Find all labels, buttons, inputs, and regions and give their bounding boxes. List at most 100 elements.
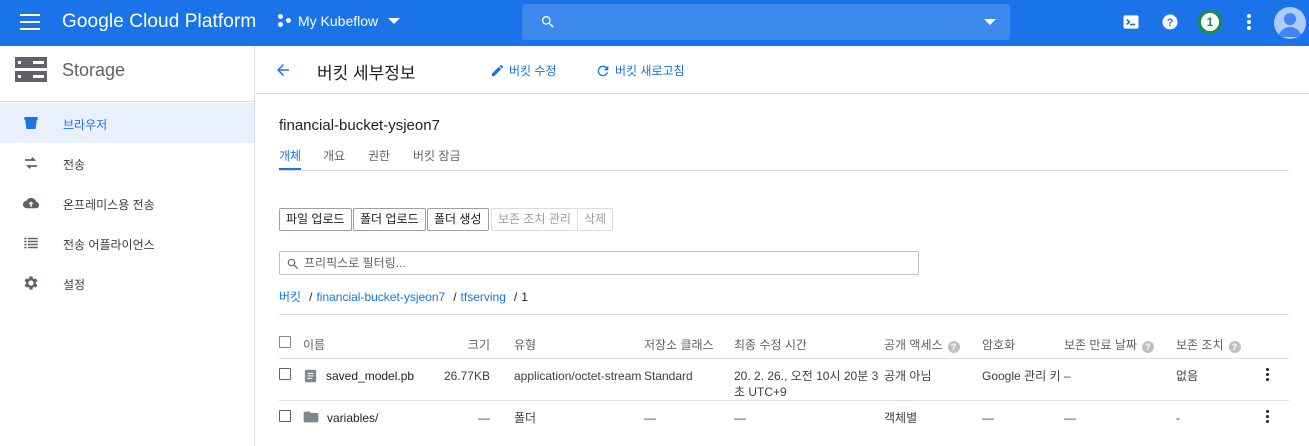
tab-bucket-lock[interactable]: 버킷 잠금 <box>413 147 461 164</box>
sidebar-item-label: 전송 <box>63 158 86 172</box>
object-encryption: — <box>982 410 994 425</box>
back-arrow-icon[interactable] <box>274 61 292 79</box>
refresh-icon <box>597 65 609 76</box>
refresh-bucket-button[interactable]: 버킷 새로고침 <box>595 62 685 79</box>
breadcrumb-root-link[interactable]: 버킷 <box>279 290 301 304</box>
brand-title[interactable]: Google Cloud Platform <box>62 11 256 33</box>
search-bar[interactable] <box>522 4 1010 40</box>
object-public-access: 객체별 <box>884 410 918 425</box>
more-vert-icon[interactable] <box>1266 409 1269 425</box>
objects-table: 이름 크기 유형 저장소 클래스 최종 수정 시간 공개 액세스? 암호화 보존… <box>279 336 1289 432</box>
menu-icon[interactable] <box>20 14 40 32</box>
column-header-hold[interactable]: 보존 조치? <box>1176 336 1266 358</box>
breadcrumb-folder-link[interactable]: tfserving <box>461 290 506 304</box>
help-icon[interactable]: ? <box>1141 341 1154 353</box>
breadcrumb-separator: / <box>513 290 518 304</box>
object-hold: - <box>1176 410 1180 425</box>
object-modified: 20. 2. 26., 오전 10시 20분 3초 UTC+9 <box>734 368 879 399</box>
tab-divider <box>279 170 1289 171</box>
object-encryption: Google 관리 키 <box>982 368 1061 383</box>
search-icon <box>541 16 554 28</box>
sidebar-item-transfer[interactable]: 전송 <box>0 143 254 183</box>
object-name: saved_model.pb <box>326 368 415 383</box>
tab-objects[interactable]: 개체 <box>279 147 302 170</box>
more-vert-icon[interactable] <box>1266 367 1269 383</box>
sidebar-header: Storage <box>0 46 254 102</box>
object-type: application/octet-stream <box>514 368 642 383</box>
object-size: 26.77KB <box>443 368 490 383</box>
breadcrumb-current: 1 <box>521 290 528 304</box>
object-name-link[interactable]: variables/ <box>303 410 439 426</box>
table-header-row: 이름 크기 유형 저장소 클래스 최종 수정 시간 공개 액세스? 암호화 보존… <box>279 336 1289 358</box>
breadcrumb-separator: / <box>453 290 457 304</box>
upload-folder-button[interactable]: 폴더 업로드 <box>353 208 426 231</box>
sidebar-item-label: 전송 어플라이언스 <box>63 238 155 252</box>
column-header-public-access[interactable]: 공개 액세스? <box>884 336 982 358</box>
sidebar-item-onprem-transfer[interactable]: 온프레미스용 전송 <box>0 183 254 223</box>
cloud-upload-icon <box>22 197 39 209</box>
breadcrumb-separator: / <box>309 290 313 304</box>
tab-permissions[interactable]: 권한 <box>368 147 390 164</box>
help-icon[interactable]: ? <box>1228 341 1241 353</box>
column-header-label: 공개 액세스 <box>884 338 943 352</box>
object-type: 폴더 <box>514 410 537 425</box>
row-checkbox[interactable] <box>279 409 291 422</box>
column-header-size[interactable]: 크기 <box>439 336 514 358</box>
object-storage-class: — <box>644 410 656 425</box>
file-icon <box>304 369 317 382</box>
prefix-filter <box>279 251 919 275</box>
object-retention-expiry: — <box>1064 410 1076 425</box>
breadcrumb-bucket-link[interactable]: financial-bucket-ysjeon7 <box>316 290 445 304</box>
object-name-link[interactable]: saved_model.pb <box>303 368 439 384</box>
sidebar-item-transfer-appliance[interactable]: 전송 어플라이언스 <box>0 223 254 263</box>
column-header-retention-expiry[interactable]: 보존 만료 날짜? <box>1064 336 1176 358</box>
help-icon[interactable]: ? <box>1160 12 1180 32</box>
table-row[interactable]: variables/ — 폴더 — — 객체별 — — - <box>279 400 1289 432</box>
breadcrumb: 버킷 / financial-bucket-ysjeon7/tfserving/1 <box>279 288 528 305</box>
tab-overview[interactable]: 개요 <box>323 147 345 164</box>
object-hold: 없음 <box>1176 368 1199 383</box>
prefix-filter-input[interactable] <box>304 254 904 272</box>
sidebar-item-browser[interactable]: 브라우저 <box>0 103 254 143</box>
account-avatar-icon[interactable] <box>1274 7 1306 39</box>
column-header-modified[interactable]: 최종 수정 시간 <box>734 336 884 358</box>
help-icon[interactable]: ? <box>947 341 960 353</box>
storage-icon <box>15 57 47 82</box>
select-all-checkbox[interactable] <box>279 336 291 348</box>
row-checkbox[interactable] <box>279 367 291 380</box>
column-header-storage-class[interactable]: 저장소 클래스 <box>644 336 734 358</box>
sidebar-item-label: 브라우저 <box>63 118 108 132</box>
object-public-access: 공개 아님 <box>884 368 932 383</box>
upload-files-button[interactable]: 파일 업로드 <box>279 208 352 231</box>
folder-icon <box>303 411 319 422</box>
create-folder-button[interactable]: 폴더 생성 <box>427 208 489 231</box>
search-dropdown-icon[interactable] <box>984 19 996 25</box>
bucket-icon <box>24 117 38 129</box>
more-vert-icon[interactable] <box>1247 14 1251 32</box>
chevron-down-icon <box>388 18 401 24</box>
breadcrumb-divider <box>279 314 1289 315</box>
column-header-name[interactable]: 이름 <box>303 336 439 358</box>
column-header-type[interactable]: 유형 <box>514 336 644 358</box>
sidebar-title: Storage <box>62 60 126 80</box>
column-header-encryption[interactable]: 암호화 <box>982 336 1064 358</box>
table-row[interactable]: saved_model.pb 26.77KB application/octet… <box>279 358 1289 400</box>
project-name: My Kubeflow <box>298 13 379 29</box>
manage-holds-button[interactable]: 보존 조치 관리 <box>491 208 578 231</box>
sidebar-item-settings[interactable]: 설정 <box>0 263 254 303</box>
notification-badge[interactable]: 1 <box>1198 10 1222 34</box>
object-modified: — <box>734 410 746 425</box>
edit-bucket-button[interactable]: 버킷 수정 <box>490 62 557 79</box>
gear-icon <box>24 276 38 290</box>
sidebar: Storage 브라우저 전송 온프레미스용 전송 전송 어플라이언스 설정 <box>0 46 255 446</box>
column-header-label: 보존 만료 날짜 <box>1064 338 1137 352</box>
project-selector[interactable]: My Kubeflow <box>278 13 401 29</box>
cloud-shell-icon[interactable] <box>1121 12 1141 32</box>
delete-button[interactable]: 삭제 <box>577 208 614 231</box>
page-header: 버킷 세부정보 버킷 수정 버킷 새로고침 <box>256 46 1309 94</box>
search-icon <box>287 258 298 269</box>
top-app-bar: Google Cloud Platform My Kubeflow ? 1 <box>0 0 1309 46</box>
object-storage-class: Standard <box>644 368 693 383</box>
object-retention-expiry: – <box>1064 368 1071 383</box>
transfer-icon <box>25 157 37 169</box>
